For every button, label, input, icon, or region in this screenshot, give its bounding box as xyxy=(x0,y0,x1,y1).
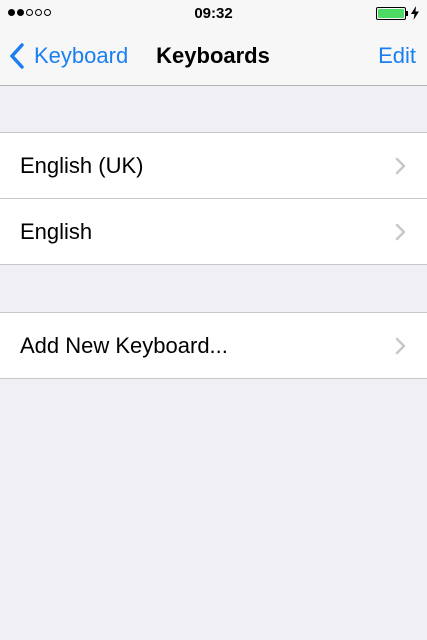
status-bar: 09:32 xyxy=(0,0,427,28)
navigation-bar: Keyboard Keyboards Edit xyxy=(0,28,427,86)
edit-button[interactable]: Edit xyxy=(378,43,416,69)
chevron-left-icon xyxy=(10,43,24,69)
battery-icon xyxy=(376,7,406,20)
chevron-right-icon xyxy=(395,337,406,355)
battery-tip xyxy=(406,11,408,16)
add-keyboard-group: Add New Keyboard... xyxy=(0,312,427,379)
keyboard-row-english-uk[interactable]: English (UK) xyxy=(0,133,427,198)
keyboard-row-english[interactable]: English xyxy=(0,198,427,264)
chevron-right-icon xyxy=(395,223,406,241)
back-button[interactable]: Keyboard xyxy=(8,41,128,71)
status-time: 09:32 xyxy=(194,5,233,22)
page-title: Keyboards xyxy=(156,43,270,68)
battery-level-fill xyxy=(378,9,404,18)
keyboards-list: English (UK) English xyxy=(0,132,427,265)
back-button-label: Keyboard xyxy=(34,43,129,68)
keyboard-label: English (UK) xyxy=(20,153,144,178)
add-new-keyboard-label: Add New Keyboard... xyxy=(20,333,228,358)
keyboard-label: English xyxy=(20,219,93,244)
add-new-keyboard-row[interactable]: Add New Keyboard... xyxy=(0,313,427,378)
lightning-bolt-icon xyxy=(411,6,419,20)
chevron-right-icon xyxy=(395,157,406,175)
